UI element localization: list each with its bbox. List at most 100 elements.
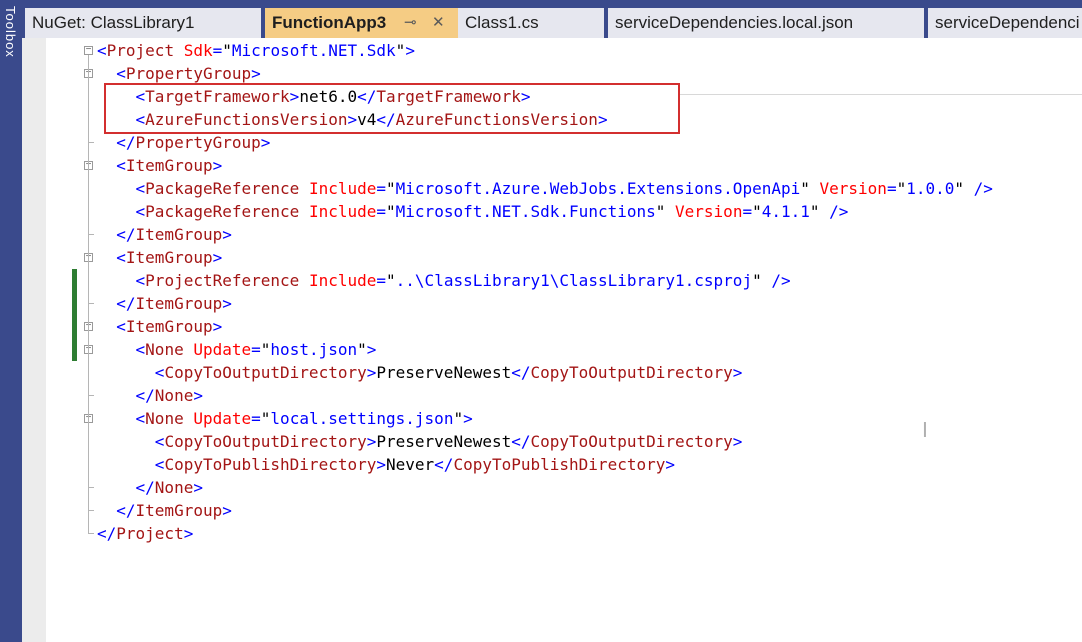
code-token: <	[116, 156, 126, 175]
tab-class1-cs[interactable]: Class1.cs	[458, 8, 604, 38]
code-token: Microsoft.NET.Sdk.Functions	[395, 202, 656, 221]
code-token: Microsoft.NET.Sdk	[231, 41, 396, 60]
code-line[interactable]: <CopyToPublishDirectory>Never</CopyToPub…	[97, 453, 675, 476]
code-line[interactable]: </ItemGroup>	[97, 292, 232, 315]
code-token: />	[771, 271, 791, 290]
tab-servicedependencies[interactable]: serviceDependenci	[928, 8, 1082, 38]
code-line[interactable]: <ItemGroup>	[97, 315, 222, 338]
fold-guide	[88, 354, 89, 395]
code-line[interactable]: <PackageReference Include="Microsoft.Azu…	[97, 177, 993, 200]
pin-icon[interactable]: ⊸	[404, 8, 417, 38]
code-token: "	[395, 41, 406, 60]
code-token: CopyToOutputDirectory	[164, 432, 367, 451]
code-token: >	[193, 386, 203, 405]
collapse-icon[interactable]: −	[84, 45, 93, 55]
tab-servicedependencies-local-json[interactable]: serviceDependencies.local.json	[608, 8, 924, 38]
code-token: 1.0.0	[906, 179, 955, 198]
code-token: <	[135, 409, 146, 428]
code-token: None	[145, 409, 184, 428]
code-token: "	[222, 41, 232, 60]
code-token: PreserveNewest	[376, 432, 512, 451]
code-line[interactable]: </None>	[97, 476, 203, 499]
code-token: >	[183, 524, 194, 543]
code-token: >	[222, 225, 232, 244]
tab-functionapp3[interactable]: FunctionApp3 ⊸ ✕	[265, 8, 459, 38]
fold-guide-end	[88, 234, 94, 235]
close-icon[interactable]: ✕	[432, 8, 445, 38]
code-token: >	[665, 455, 675, 474]
code-token: <	[135, 179, 146, 198]
code-line[interactable]: <ItemGroup>	[97, 154, 222, 177]
code-line[interactable]: </ItemGroup>	[97, 499, 232, 522]
code-token: =	[251, 409, 261, 428]
code-token: "	[386, 202, 396, 221]
code-line[interactable]: <ProjectReference Include="..\ClassLibra…	[97, 269, 791, 292]
code-token: Project	[116, 524, 184, 543]
code-line[interactable]: <ItemGroup>	[97, 246, 222, 269]
code-token: >	[405, 41, 415, 60]
code-token: </	[116, 294, 136, 313]
code-token: None	[145, 340, 184, 359]
code-token: local.settings.json	[270, 409, 454, 428]
code-token: </	[135, 478, 155, 497]
code-token: "	[357, 340, 367, 359]
code-line[interactable]: </None>	[97, 384, 203, 407]
toolbox-label: Toolbox	[3, 6, 18, 58]
tab-label: Class1.cs	[465, 13, 539, 32]
code-line[interactable]: <CopyToOutputDirectory>PreserveNewest</C…	[97, 430, 743, 453]
code-line[interactable]: <CopyToOutputDirectory>PreserveNewest</C…	[97, 361, 743, 384]
code-token: PropertyGroup	[135, 133, 261, 152]
code-token: "	[260, 340, 271, 359]
code-line[interactable]: </PropertyGroup>	[97, 131, 270, 154]
fold-guide	[88, 262, 89, 303]
code-token: ItemGroup	[125, 317, 213, 336]
code-line[interactable]: <PropertyGroup>	[97, 62, 261, 85]
fold-guide-end	[88, 510, 94, 511]
code-token: Sdk	[183, 41, 213, 60]
fold-guide-end	[88, 303, 94, 304]
code-token: >	[732, 363, 743, 382]
code-token: CopyToPublishDirectory	[453, 455, 666, 474]
code-token: >	[376, 455, 386, 474]
code-token: CopyToOutputDirectory	[530, 363, 733, 382]
code-line[interactable]: </Project>	[97, 522, 193, 545]
code-token: Update	[193, 340, 252, 359]
code-token: />	[973, 179, 993, 198]
code-line[interactable]: <Project Sdk="Microsoft.NET.Sdk">	[97, 39, 415, 62]
code-token: Include	[308, 179, 377, 198]
code-token: "	[809, 202, 830, 221]
code-token: PackageReference	[145, 202, 300, 221]
code-token: =	[376, 271, 387, 290]
code-line[interactable]: <None Update="host.json">	[97, 338, 377, 361]
code-token: "	[896, 179, 907, 198]
code-token: "	[453, 409, 464, 428]
tab-nuget-classlibrary1[interactable]: NuGet: ClassLibrary1	[25, 8, 261, 38]
fold-guide-end	[88, 487, 94, 488]
code-token: Never	[386, 455, 435, 474]
code-token: CopyToPublishDirectory	[164, 455, 377, 474]
code-line[interactable]: <PackageReference Include="Microsoft.NET…	[97, 200, 849, 223]
code-token: >	[212, 317, 223, 336]
code-line[interactable]: <None Update="local.settings.json">	[97, 407, 473, 430]
code-token: >	[366, 363, 377, 382]
code-token: <	[154, 455, 165, 474]
code-line[interactable]: </ItemGroup>	[97, 223, 232, 246]
code-token: =	[886, 179, 897, 198]
code-token: PackageReference	[145, 179, 300, 198]
code-token: "	[386, 179, 396, 198]
code-token: </	[116, 501, 136, 520]
code-token: <	[135, 271, 146, 290]
code-token: "	[260, 409, 271, 428]
toolbox-sidebar[interactable]: Toolbox	[0, 0, 22, 642]
